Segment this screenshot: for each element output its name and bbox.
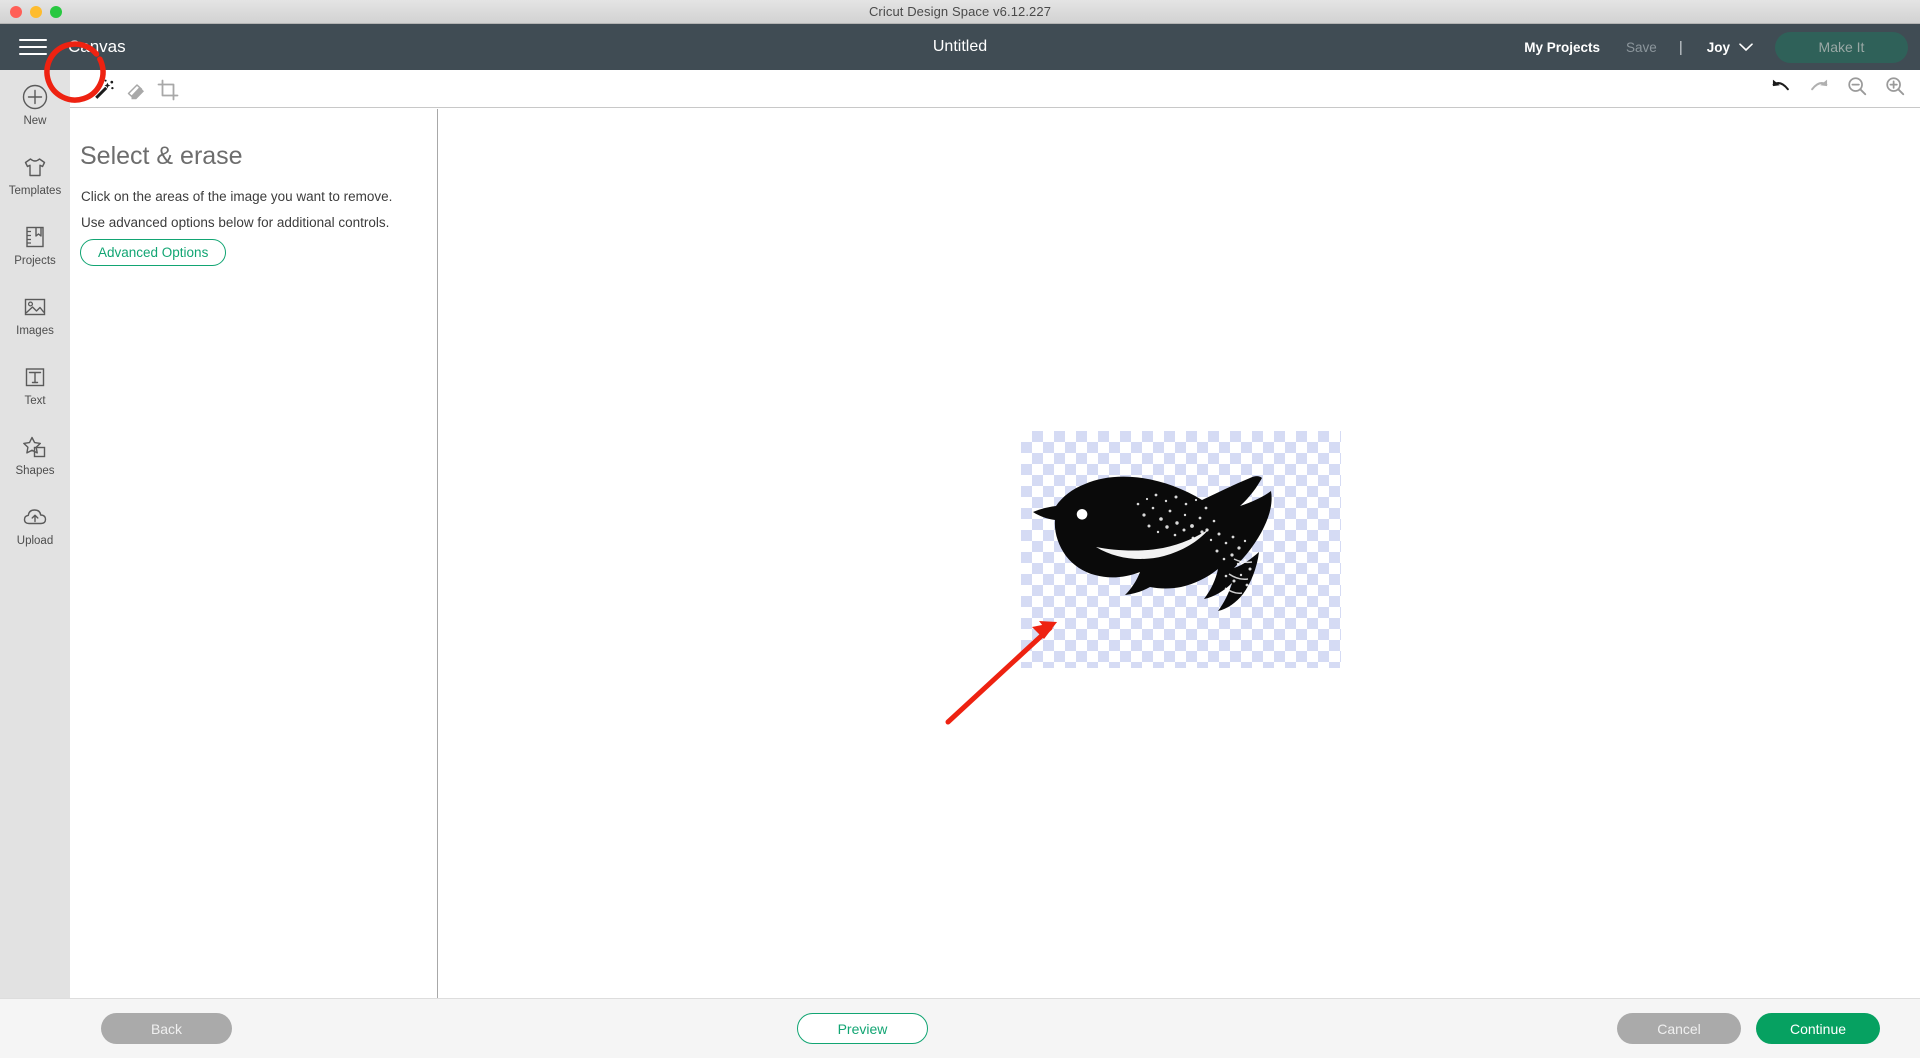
sidebar-label-new: New xyxy=(23,115,47,128)
sidebar-item-projects[interactable]: Projects xyxy=(0,210,70,280)
panel-instruction-1: Click on the areas of the image you want… xyxy=(81,189,393,204)
machine-name-label: Joy xyxy=(1706,39,1730,55)
window-title: Cricut Design Space v6.12.227 xyxy=(868,4,1052,19)
machine-selector[interactable]: Joy xyxy=(1693,40,1765,55)
image-preview-transparency-board[interactable] xyxy=(1021,431,1341,668)
window-titlebar: Cricut Design Space v6.12.227 xyxy=(0,0,1920,24)
undo-arrow-icon[interactable] xyxy=(1770,75,1792,97)
text-t-icon xyxy=(25,368,45,387)
select-and-erase-panel: Select & erase Click on the areas of the… xyxy=(70,109,438,998)
eraser-icon xyxy=(127,84,144,100)
tool-toolbar xyxy=(70,70,1920,108)
sidebar-label-images: Images xyxy=(16,325,54,338)
redo-arrow-icon[interactable] xyxy=(1808,75,1830,97)
picture-icon xyxy=(24,299,46,316)
sidebar-item-templates[interactable]: Templates xyxy=(0,140,70,210)
panel-title: Select & erase xyxy=(80,142,243,170)
sidebar-label-upload: Upload xyxy=(16,535,54,548)
sidebar-label-templates: Templates xyxy=(8,185,62,198)
preview-button[interactable]: Preview xyxy=(797,1013,928,1044)
make-it-button[interactable]: Make It xyxy=(1775,31,1908,63)
sidebar-rail: New Templates Projects Images Text Shape… xyxy=(0,70,70,998)
plus-circle-icon xyxy=(22,85,48,110)
sidebar-item-shapes[interactable]: Shapes xyxy=(0,420,70,490)
panel-instruction-2: Use advanced options below for additiona… xyxy=(81,215,390,230)
history-zoom-controls xyxy=(1770,75,1906,97)
footer-bar: Back Preview Cancel Continue xyxy=(0,998,1920,1058)
sidebar-item-text[interactable]: Text xyxy=(0,350,70,420)
sidebar-item-images[interactable]: Images xyxy=(0,280,70,350)
sidebar-label-text: Text xyxy=(24,395,46,408)
sidebar-item-new[interactable]: New xyxy=(0,70,70,140)
cancel-button[interactable]: Cancel xyxy=(1617,1013,1741,1044)
cloud-upload-icon xyxy=(23,509,47,525)
back-button[interactable]: Back xyxy=(101,1013,232,1044)
magnifier-minus-icon[interactable] xyxy=(1846,75,1868,97)
header-divider: | xyxy=(1678,38,1683,56)
chevron-down-icon xyxy=(1739,42,1753,51)
crop-icon xyxy=(157,79,179,101)
canvas-area[interactable] xyxy=(439,109,1920,998)
sidebar-item-upload[interactable]: Upload xyxy=(0,490,70,560)
magnifier-plus-icon[interactable] xyxy=(1884,75,1906,97)
my-projects-link[interactable]: My Projects xyxy=(1510,40,1614,55)
save-button[interactable]: Save xyxy=(1614,40,1669,55)
dolphin-silhouette-image[interactable] xyxy=(1021,431,1341,668)
book-bookmark-icon xyxy=(26,227,44,248)
tshirt-icon xyxy=(24,158,46,177)
advanced-options-button[interactable]: Advanced Options xyxy=(80,239,227,266)
app-header: Canvas Untitled My Projects Save | Joy M… xyxy=(0,24,1920,70)
continue-button[interactable]: Continue xyxy=(1756,1013,1880,1044)
header-actions: My Projects Save | Joy Make It xyxy=(1510,24,1908,70)
eraser-tool-button[interactable] xyxy=(122,76,150,104)
shapes-star-square-icon xyxy=(23,437,46,458)
magic-wand-tool-button[interactable] xyxy=(90,76,118,104)
sidebar-label-shapes: Shapes xyxy=(15,465,55,478)
magic-wand-icon xyxy=(95,79,114,99)
crop-tool-button[interactable] xyxy=(154,76,182,104)
sidebar-label-projects: Projects xyxy=(14,255,56,268)
